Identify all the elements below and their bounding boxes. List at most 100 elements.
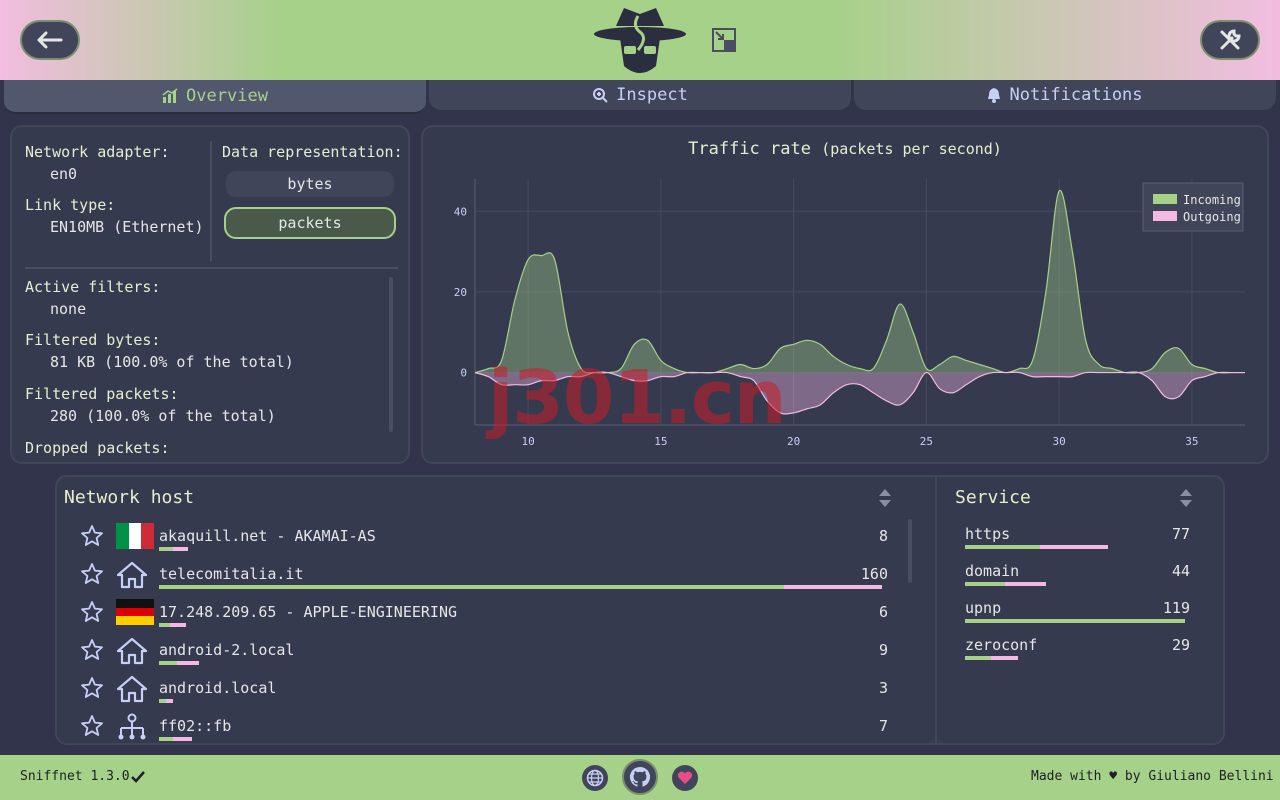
home-icon [116, 637, 148, 669]
chart-legend: Incoming Outgoing [1142, 182, 1244, 232]
packets-button[interactable]: packets [224, 207, 396, 239]
thumbnail-mode-icon[interactable] [710, 26, 738, 54]
tab-label: Notifications [1009, 85, 1143, 105]
host-row[interactable]: akaquill.net - AKAMAI-AS 8 [80, 518, 895, 554]
globe-icon [586, 769, 604, 787]
service-row[interactable]: https 77 [965, 515, 1190, 551]
filters-scroll[interactable]: Active filters: none Filtered bytes: 81 … [12, 273, 398, 460]
home-icon [116, 675, 148, 707]
filters-label: Active filters: [25, 278, 161, 296]
star-icon[interactable] [80, 600, 104, 624]
chart-heading: Traffic rate (packets per second) [423, 139, 1267, 159]
flag-italy [116, 523, 154, 553]
fpackets-value: 280 (100.0% of the total) [50, 407, 276, 425]
filters-block: Active filters: none [25, 278, 160, 318]
dropped-label: Dropped packets: [25, 439, 170, 457]
fpackets-label: Filtered packets: [25, 385, 179, 403]
host-count: 9 [878, 641, 888, 659]
host-count: 8 [878, 527, 888, 545]
host-row[interactable]: 17.248.209.65 - APPLE-ENGINEERING 6 [80, 594, 895, 630]
service-count: 119 [1162, 599, 1190, 617]
credit-label: Made with ♥ by Giuliano Bellini [1031, 769, 1274, 784]
tab-overview[interactable]: Overview [4, 80, 426, 114]
incoming-bar [159, 623, 170, 627]
service-row[interactable]: domain 44 [965, 552, 1190, 588]
x-tick-label: 35 [1185, 435, 1198, 448]
fbytes-value: 81 KB (100.0% of the total) [50, 353, 294, 371]
series-line-incoming [474, 189, 1245, 374]
sort-icon[interactable] [1178, 487, 1194, 509]
incoming-bar [159, 585, 785, 589]
host-name: android-2.local [159, 641, 295, 659]
star-icon[interactable] [80, 638, 104, 662]
service-row[interactable]: zeroconf 29 [965, 626, 1190, 662]
incoming-bar [965, 656, 992, 660]
bytes-label: bytes [287, 175, 333, 193]
checkmark-icon [131, 771, 145, 783]
heart-icon [677, 771, 693, 784]
legend-swatch [1153, 194, 1177, 204]
tab-bar: Overview Inspect Notifications [0, 80, 1280, 116]
y-tick-label: 20 [454, 286, 467, 299]
star-icon[interactable] [80, 676, 104, 700]
github-button[interactable] [622, 759, 658, 795]
header [0, 0, 1280, 80]
fbytes-label: Filtered bytes: [25, 331, 161, 349]
incoming-bar [965, 545, 1040, 549]
outgoing-bar [166, 699, 174, 703]
incoming-bar [159, 661, 178, 665]
host-row[interactable]: android.local 3 [80, 670, 895, 706]
chart-subtitle: (packets per second) [821, 140, 1002, 158]
sponsor-button[interactable] [672, 765, 698, 791]
rep-label: Data representation: [222, 143, 403, 161]
tab-notifications[interactable]: Notifications [854, 80, 1276, 110]
github-icon [629, 766, 651, 787]
incoming-bar [965, 582, 1005, 586]
legend-label: Incoming [1183, 193, 1241, 207]
legend-swatch [1153, 211, 1177, 221]
flag-germany [116, 599, 154, 629]
scrollbar[interactable] [389, 277, 393, 432]
scrollbar[interactable] [908, 519, 912, 583]
host-name: telecomitalia.it [159, 565, 304, 583]
settings-button[interactable] [1200, 20, 1260, 60]
website-button[interactable] [582, 765, 608, 791]
star-icon[interactable] [80, 562, 104, 586]
host-row[interactable]: android-2.local 9 [80, 632, 895, 668]
filters-value: none [50, 300, 87, 318]
divider [210, 141, 212, 261]
star-icon[interactable] [80, 524, 104, 548]
incoming-bar [159, 737, 174, 741]
outgoing-bar [173, 547, 188, 551]
watermark: j301.cn [488, 355, 786, 441]
service-name: https [965, 525, 1011, 543]
service-row[interactable]: upnp 119 [965, 589, 1190, 625]
divider [935, 477, 937, 743]
zoom-icon [593, 88, 608, 103]
adapter-label: Network adapter: [25, 143, 170, 161]
host-row[interactable]: ff02::fb 7 [80, 708, 895, 744]
service-count: 44 [1171, 562, 1190, 580]
link-value: EN10MB (Ethernet) [50, 218, 204, 236]
sort-icon[interactable] [877, 487, 893, 509]
hosts-title: Network host [64, 487, 195, 508]
incoming-bar [159, 699, 167, 703]
bytes-button[interactable]: bytes [224, 169, 396, 199]
back-button[interactable] [20, 20, 80, 60]
chart-title: Traffic rate [688, 139, 811, 159]
star-icon[interactable] [80, 714, 104, 738]
bell-icon [988, 88, 1001, 103]
packets-label: packets [278, 214, 342, 232]
outgoing-bar [784, 585, 882, 589]
legend-label: Outgoing [1183, 210, 1241, 224]
y-tick-label: 40 [454, 205, 467, 218]
host-row[interactable]: telecomitalia.it 160 [80, 556, 895, 592]
network-icon [116, 713, 148, 745]
info-panel: Network adapter: en0 Link type: EN10MB (… [10, 125, 410, 464]
host-name: akaquill.net - AKAMAI-AS [159, 527, 376, 545]
service-name: domain [965, 562, 1020, 580]
divider [25, 267, 398, 269]
fbytes-block: Filtered bytes: 81 KB (100.0% of the tot… [25, 331, 294, 371]
wrench-icon [1220, 29, 1241, 50]
tab-inspect[interactable]: Inspect [429, 80, 851, 110]
